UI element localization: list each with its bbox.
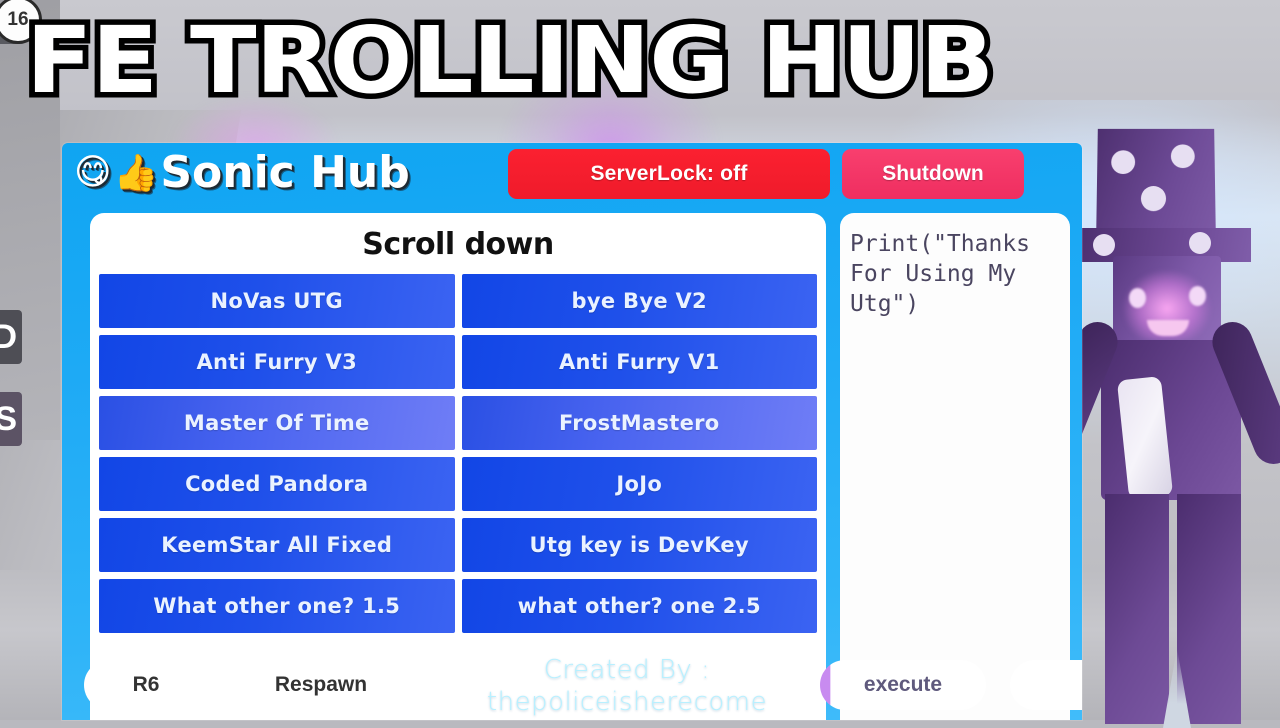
respawn-button[interactable]: Respawn [220, 660, 422, 710]
avatar-leg-right [1177, 494, 1241, 724]
credit-line-1: Created By : [543, 655, 711, 685]
thumbnail-title: FE TROLLING HUB [20, 2, 1000, 120]
window-logo: 😋 👍 Sonic Hub [74, 147, 410, 198]
credit-text: Created By : thepoliceisherecome [462, 654, 792, 718]
extra-button[interactable] [1010, 660, 1082, 710]
code-console-panel[interactable]: Print("Thanks For Using My Utg") [840, 213, 1070, 720]
script-button[interactable]: KeemStar All Fixed [99, 518, 455, 572]
script-button[interactable]: Coded Pandora [99, 457, 455, 511]
script-button[interactable]: Utg key is DevKey [461, 518, 817, 572]
shutdown-button[interactable]: Shutdown [842, 149, 1024, 199]
script-list-panel: Scroll down NoVas UTG bye Bye V2 Anti Furr… [90, 213, 826, 720]
script-button[interactable]: FrostMastero [461, 396, 817, 450]
sonic-hub-window: 😋 👍 Sonic Hub ServerLock: off Shutdown S… [62, 143, 1082, 720]
serverlock-toggle-button[interactable]: ServerLock: off [508, 149, 830, 199]
console-code-text[interactable]: Print("Thanks For Using My Utg") [840, 213, 1070, 319]
avatar-eye-right [1189, 286, 1206, 306]
hud-chip-bottom[interactable]: S [0, 392, 22, 446]
window-title: Sonic Hub [160, 147, 410, 198]
script-button[interactable]: Anti Furry V1 [461, 335, 817, 389]
avatar-leg-left [1105, 494, 1169, 724]
avatar-hat-crown [1096, 128, 1216, 237]
r6-toggle-button[interactable]: R6 [84, 660, 208, 710]
window-bottom-bar: R6 Respawn Created By : thepoliceisherec… [62, 650, 1082, 720]
avatar-eye-left [1129, 288, 1146, 308]
script-button-grid: NoVas UTG bye Bye V2 Anti Furry V3 Anti Fur… [90, 274, 826, 633]
window-titlebar: 😋 👍 Sonic Hub ServerLock: off Shutdown [62, 143, 1082, 209]
script-button[interactable]: JoJo [461, 457, 817, 511]
script-button[interactable]: what other? one 2.5 [461, 579, 817, 633]
script-button[interactable]: bye Bye V2 [461, 274, 817, 328]
script-button[interactable]: What other one? 1.5 [99, 579, 455, 633]
roblox-avatar [1030, 128, 1280, 728]
script-button[interactable]: Anti Furry V3 [99, 335, 455, 389]
execute-button[interactable]: execute [820, 660, 986, 710]
script-button[interactable]: Master Of Time [99, 396, 455, 450]
script-list-heading: Scroll down [362, 227, 554, 262]
credit-line-2: thepoliceisherecome [486, 687, 768, 717]
thumbs-up-emoji: 👍 [113, 152, 159, 194]
smiling-face-emoji: 😋 [74, 152, 112, 193]
script-button[interactable]: NoVas UTG [99, 274, 455, 328]
hud-chip-top[interactable]: D [0, 310, 22, 364]
